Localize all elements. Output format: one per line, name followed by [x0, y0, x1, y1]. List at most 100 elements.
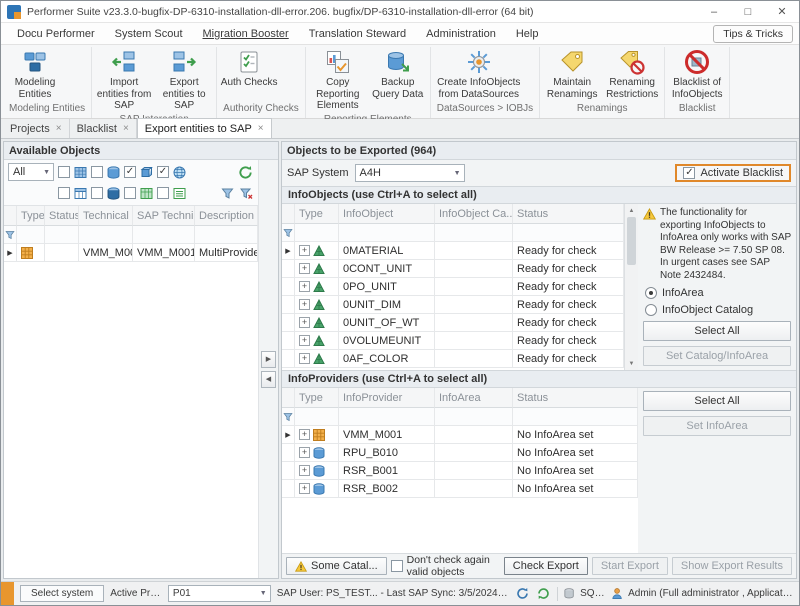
tab-migration-booster[interactable]: Migration Booster [193, 25, 299, 43]
tab-docu-performer[interactable]: Docu Performer [7, 25, 105, 43]
clear-filter-button[interactable] [239, 186, 254, 201]
activate-blacklist-checkbox[interactable] [683, 167, 695, 179]
column-header-infoarea[interactable]: InfoArea [435, 388, 513, 408]
close-tab-icon[interactable]: × [258, 123, 264, 134]
expand-icon[interactable]: + [299, 317, 310, 328]
infoobject-row[interactable]: + 0UNIT_DIM Ready for check [282, 296, 624, 314]
column-header-status[interactable]: Status [513, 204, 624, 224]
backup-query-data-button[interactable]: Backup Query Data [368, 47, 428, 102]
tips-and-tricks-button[interactable]: Tips & Tricks [713, 25, 793, 43]
create-infoobjects-button[interactable]: Create InfoObjects from DataSources [433, 47, 525, 102]
select-system-button[interactable]: Select system [20, 585, 104, 602]
expand-icon[interactable]: + [299, 281, 310, 292]
filter-checkbox-2[interactable] [91, 166, 103, 178]
filter-checkbox-7[interactable] [124, 187, 136, 199]
column-header-type[interactable]: Type [295, 388, 339, 408]
expand-icon[interactable]: + [299, 245, 310, 256]
column-header-description[interactable]: Description ... [195, 206, 258, 226]
auth-checks-button[interactable]: Auth Checks [219, 47, 279, 91]
maximize-icon[interactable]: □ [731, 1, 765, 22]
infoobject-row[interactable]: + 0UNIT_OF_WT Ready for check [282, 314, 624, 332]
infoobject-row[interactable]: + 0CONT_UNIT Ready for check [282, 260, 624, 278]
infoprovider-row[interactable]: + RSR_B001 No InfoArea set [282, 462, 638, 480]
filter-checkbox-6[interactable] [91, 187, 103, 199]
column-header-technical-name[interactable]: Technical N... [79, 206, 133, 226]
scroll-down-icon[interactable]: ▼ [625, 357, 638, 370]
infoobject-row[interactable]: + 0VOLUMEUNIT Ready for check [282, 332, 624, 350]
infoobject-row[interactable]: ▶ + 0MATERIAL Ready for check [282, 242, 624, 260]
set-catalog-infoarea-button[interactable]: Set Catalog/InfoArea [643, 346, 791, 366]
start-export-button[interactable]: Start Export [592, 557, 668, 575]
sap-refresh-button[interactable] [515, 586, 530, 601]
maintain-renamings-button[interactable]: Maintain Renamings [542, 47, 602, 102]
doctab-export-entities[interactable]: Export entities to SAP× [137, 118, 272, 138]
object-type-dropdown[interactable]: All▼ [8, 163, 54, 181]
table-row[interactable]: ▶ VMM_M001 VMM_M001 MultiProvide... [4, 244, 258, 262]
tab-translation-steward[interactable]: Translation Steward [299, 25, 416, 43]
doctab-projects[interactable]: Projects× [3, 119, 70, 138]
infoprovider-row[interactable]: + RPU_B010 No InfoArea set [282, 444, 638, 462]
close-tab-icon[interactable]: × [123, 123, 129, 134]
scrollbar-thumb[interactable] [627, 217, 636, 265]
close-icon[interactable]: ✕ [765, 1, 799, 22]
infoobjects-select-all-button[interactable]: Select All [643, 321, 791, 341]
check-export-button[interactable]: Check Export [504, 557, 588, 575]
infoobjects-scrollbar[interactable]: ▲ ▼ [624, 204, 638, 370]
dont-check-checkbox[interactable] [391, 560, 403, 572]
expand-icon[interactable]: + [299, 465, 310, 476]
blacklist-of-infoobjects-button[interactable]: Blacklist of InfoObjects [667, 47, 727, 102]
infoproviders-select-all-button[interactable]: Select All [643, 391, 791, 411]
edit-filter-button[interactable] [220, 186, 235, 201]
tab-system-scout[interactable]: System Scout [105, 25, 193, 43]
filter-checkbox-5[interactable] [58, 187, 70, 199]
refresh-button[interactable] [237, 164, 254, 181]
infoobject-catalog-radio[interactable] [645, 304, 657, 316]
filter-checkbox-8[interactable] [157, 187, 169, 199]
expand-icon[interactable]: + [299, 483, 310, 494]
expand-icon[interactable]: + [299, 447, 310, 458]
filter-checkbox-1[interactable] [58, 166, 70, 178]
expand-icon[interactable]: + [299, 353, 310, 364]
show-export-results-button[interactable]: Show Export Results [672, 557, 792, 575]
infoprovider-row[interactable]: + RSR_B002 No InfoArea set [282, 480, 638, 498]
filter-row[interactable] [282, 408, 638, 426]
scroll-up-icon[interactable]: ▲ [625, 204, 638, 217]
column-header-infoobject[interactable]: InfoObject [339, 204, 435, 224]
active-project-dropdown[interactable]: P01▼ [168, 585, 271, 602]
column-header-type[interactable]: Type [17, 206, 45, 226]
infoobject-row[interactable]: + 0PO_UNIT Ready for check [282, 278, 624, 296]
minimize-icon[interactable]: – [697, 1, 731, 22]
column-header-infoprovider[interactable]: InfoProvider [339, 388, 435, 408]
move-right-button[interactable]: ▶ [261, 351, 276, 368]
filter-row[interactable] [4, 226, 258, 244]
expand-icon[interactable]: + [299, 429, 310, 440]
column-header-catalog[interactable]: InfoObject Ca... [435, 204, 513, 224]
filter-row[interactable] [282, 224, 624, 242]
expand-icon[interactable]: + [299, 299, 310, 310]
close-tab-icon[interactable]: × [56, 123, 62, 134]
expand-icon[interactable]: + [299, 335, 310, 346]
infoarea-radio[interactable] [645, 287, 657, 299]
column-header-status[interactable]: Status [513, 388, 638, 408]
infoobject-row[interactable]: + 0AF_COLOR Ready for check [282, 350, 624, 368]
expand-icon[interactable]: + [299, 263, 310, 274]
doctab-blacklist[interactable]: Blacklist× [70, 119, 137, 138]
sap-system-dropdown[interactable]: A4H▼ [355, 164, 465, 182]
modeling-entities-button[interactable]: Modeling Entities [5, 47, 65, 102]
column-header-sap-technical[interactable]: SAP Technical ... [133, 206, 195, 226]
renaming-restrictions-button[interactable]: Renaming Restrictions [602, 47, 662, 102]
import-entities-button[interactable]: Import entities from SAP [94, 47, 154, 114]
column-header-status[interactable]: Status [45, 206, 79, 226]
filter-checkbox-3[interactable] [124, 166, 136, 178]
filter-checkbox-4[interactable] [157, 166, 169, 178]
move-left-button[interactable]: ◀ [261, 371, 276, 388]
sync-button[interactable] [536, 586, 551, 601]
export-entities-button[interactable]: Export entities to SAP [154, 47, 214, 114]
column-header-type[interactable]: Type [295, 204, 339, 224]
set-infoarea-button[interactable]: Set InfoArea [643, 416, 791, 436]
tab-help[interactable]: Help [506, 25, 549, 43]
infoprovider-row[interactable]: ▶ + VMM_M001 No InfoArea set [282, 426, 638, 444]
tab-administration[interactable]: Administration [416, 25, 506, 43]
some-catalog-button[interactable]: Some Catal... [286, 557, 387, 575]
copy-reporting-elements-button[interactable]: Copy Reporting Elements [308, 47, 368, 114]
